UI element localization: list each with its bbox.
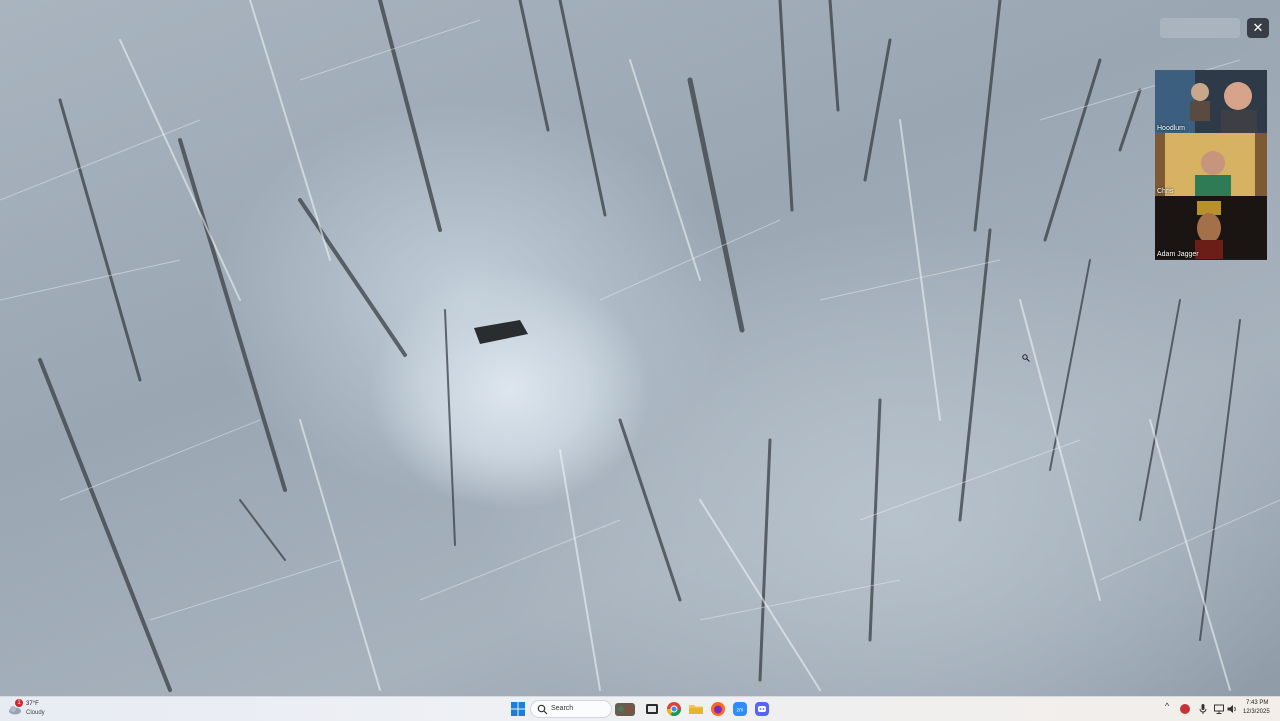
firefox-icon[interactable] (710, 701, 726, 717)
chrome-icon[interactable] (666, 701, 682, 717)
task-view-icon[interactable] (644, 701, 660, 717)
weather-condition: Cloudy (26, 710, 45, 716)
chevron-up-icon[interactable]: ^ (1165, 701, 1177, 713)
microphone-icon[interactable] (1197, 703, 1209, 715)
start-icon[interactable] (510, 701, 526, 717)
discord-icon[interactable] (754, 701, 770, 717)
participant-name: Adam Jagger (1157, 251, 1199, 258)
zoom-cursor-icon (1022, 354, 1030, 362)
participant-name: Hoodlum (1157, 125, 1186, 132)
volume-icon[interactable] (1226, 703, 1238, 715)
video-call-panel: Hoodlum Chris Adam Jagger (1155, 70, 1267, 260)
close-icon[interactable]: ✕ (1247, 18, 1269, 38)
participant-tile[interactable]: Hoodlum (1155, 70, 1267, 133)
taskbar: 1 37°F Cloudy Search zm ^ 7:43 PM 12/3/2… (0, 696, 1280, 721)
participant-tile[interactable]: Chris (1155, 133, 1267, 196)
desktop-wallpaper (0, 0, 1280, 696)
fallen-log (474, 320, 528, 344)
svg-text:zm: zm (737, 708, 744, 714)
participant-tile[interactable]: Adam Jagger (1155, 196, 1267, 259)
snowy-forest-image (0, 0, 1280, 692)
participant-video (1155, 70, 1267, 133)
clock-date[interactable]: 12/3/2025 (1243, 709, 1270, 715)
search-label: Search (551, 705, 574, 712)
game-icon[interactable] (614, 701, 636, 717)
weather-alert-badge: 1 (15, 699, 23, 707)
network-icon[interactable] (1213, 703, 1225, 715)
clock-time[interactable]: 7:43 PM (1246, 700, 1268, 706)
taskbar-search-box[interactable]: Search (530, 700, 612, 718)
security-icon[interactable] (1179, 703, 1191, 715)
weather-temperature: 37°F (26, 701, 39, 707)
search-icon (537, 704, 548, 715)
participant-video (1155, 196, 1267, 259)
file-explorer-icon[interactable] (688, 701, 704, 717)
zoom-icon[interactable]: zm (732, 701, 748, 717)
participant-video (1155, 133, 1267, 196)
participant-name: Chris (1157, 188, 1174, 195)
overlay-toolbar (1160, 18, 1240, 38)
